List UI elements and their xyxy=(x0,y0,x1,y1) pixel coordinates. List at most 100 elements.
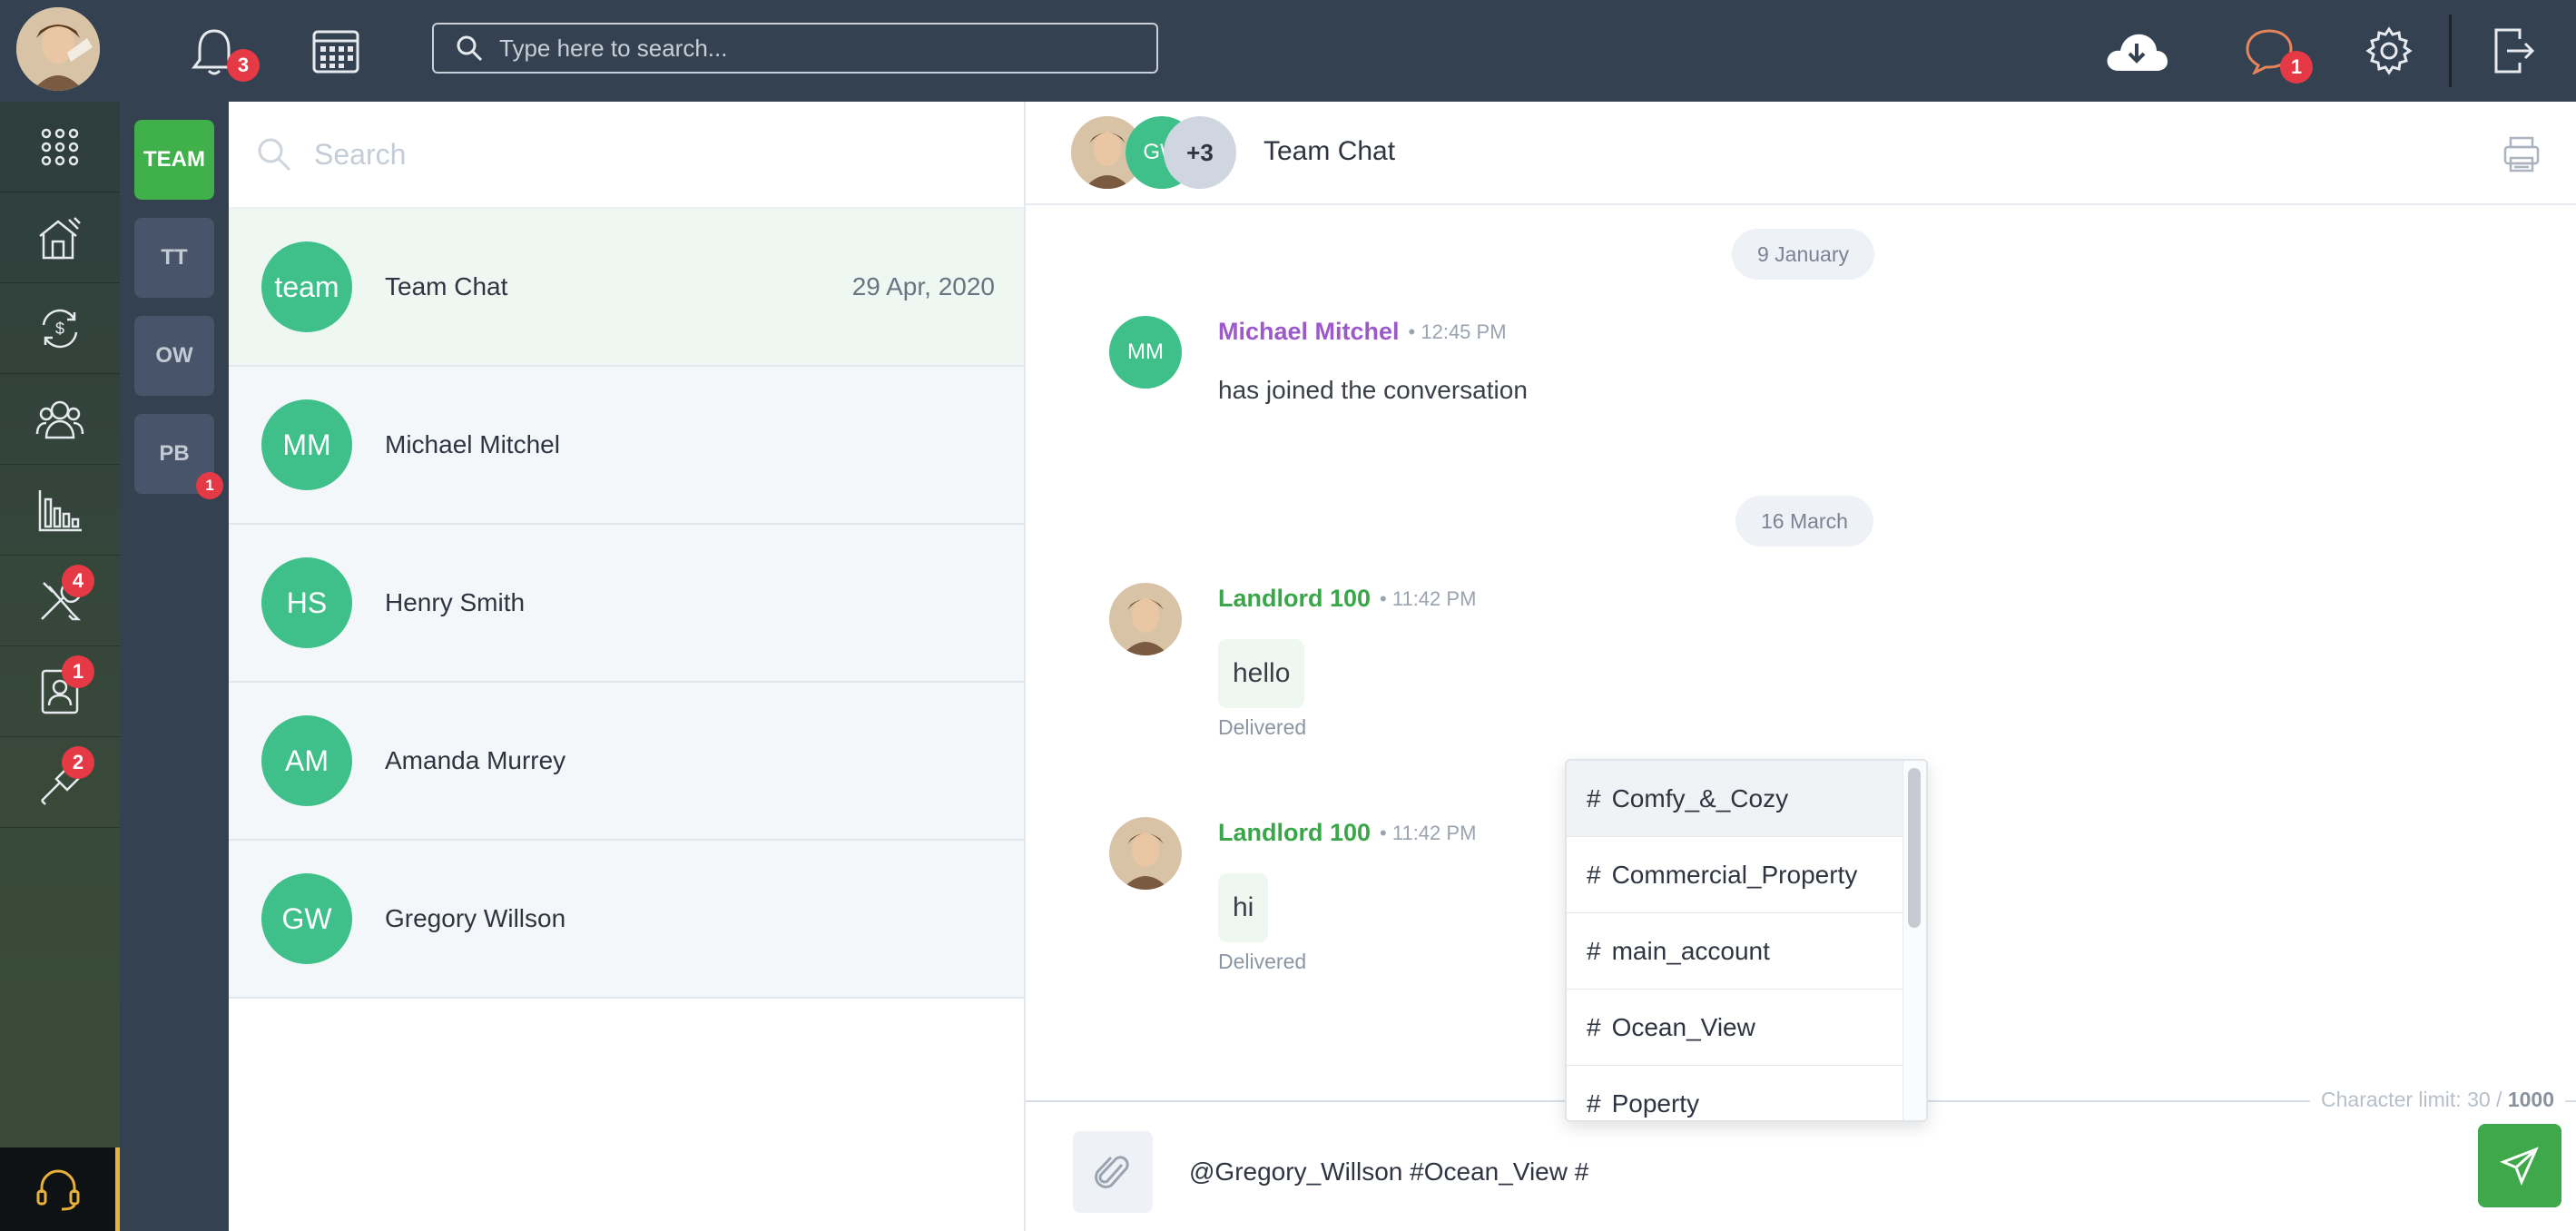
hashtag-scrollbar[interactable] xyxy=(1908,768,1921,928)
main-navigation: $ 4 1 2 xyxy=(0,102,120,1231)
notifications-button[interactable]: 3 xyxy=(182,18,260,84)
settings-button[interactable] xyxy=(2356,18,2422,84)
conversation-item-henry-smith[interactable]: HS Henry Smith xyxy=(229,525,1024,683)
top-bar: 3 1 xyxy=(0,0,2576,102)
paperclip-icon xyxy=(1095,1156,1129,1188)
nav-tenants[interactable]: 1 xyxy=(0,646,120,737)
chat-badge: 1 xyxy=(2280,51,2313,84)
workspace-tt[interactable]: TT xyxy=(134,218,214,298)
message-meta: Michael Mitchel • 12:45 PM xyxy=(1218,318,1507,346)
hashtag-autocomplete: # Comfy_&_Cozy # Commercial_Property # main… xyxy=(1565,759,1928,1122)
hashtag-option[interactable]: # Ocean_View xyxy=(1567,990,1904,1066)
search-icon xyxy=(457,35,483,62)
workspace-ow[interactable]: OW xyxy=(134,316,214,396)
message-bubble: hi xyxy=(1218,873,1269,942)
conversation-date: 29 Apr, 2020 xyxy=(851,272,995,300)
date-separator: 16 March xyxy=(1735,496,1873,547)
nav-contacts[interactable] xyxy=(0,374,120,465)
svg-text:$: $ xyxy=(55,320,64,338)
message-sender[interactable]: Michael Mitchel xyxy=(1218,318,1400,346)
support-button[interactable] xyxy=(0,1147,120,1231)
chat-button[interactable]: 1 xyxy=(2237,18,2313,84)
message-input[interactable] xyxy=(1189,1140,2369,1204)
message-avatar xyxy=(1109,583,1182,655)
conversation-avatar: HS xyxy=(261,557,352,648)
cloud-download-icon xyxy=(2107,34,2168,71)
workspace-pb[interactable]: PB 1 xyxy=(134,414,223,499)
date-separator: 9 January xyxy=(1732,229,1875,280)
conversation-item-amanda-murrey[interactable]: AM Amanda Murrey xyxy=(229,683,1024,841)
message-status: Delivered xyxy=(1218,950,1307,973)
hashtag-option[interactable]: # Comfy_&_Cozy xyxy=(1567,761,1904,837)
workspace-pb-badge: 1 xyxy=(196,472,223,499)
message-time: • 11:42 PM xyxy=(1380,586,1477,610)
conversation-name: Gregory Willson xyxy=(385,904,566,932)
conversation-name: Amanda Murrey xyxy=(385,746,566,774)
message-status: Delivered xyxy=(1218,715,1307,739)
conversation-name: Michael Mitchel xyxy=(385,430,560,458)
topbar-divider xyxy=(2449,15,2452,87)
conversation-name: Henry Smith xyxy=(385,588,526,616)
nav-apps[interactable] xyxy=(0,102,120,192)
conversation-avatar: team xyxy=(261,241,352,332)
message-text: has joined the conversation xyxy=(1218,376,1528,404)
message-sender[interactable]: Landlord 100 xyxy=(1218,585,1371,613)
message-meta: Landlord 100 • 11:42 PM xyxy=(1218,819,1476,847)
nav-finance[interactable]: $ xyxy=(0,283,120,374)
nav-tenants-badge: 1 xyxy=(62,655,94,688)
hashtag-option[interactable]: # main_account xyxy=(1567,913,1904,990)
workspace-team[interactable]: TEAM xyxy=(134,120,214,200)
hashtag-option[interactable]: # Commercial_Property xyxy=(1567,837,1904,913)
attach-button[interactable] xyxy=(1073,1131,1153,1213)
global-search[interactable] xyxy=(432,23,1158,74)
nav-reports[interactable] xyxy=(0,465,120,556)
message-avatar: MM xyxy=(1109,316,1182,389)
chat-title: Team Chat xyxy=(1263,136,1396,166)
conversation-search[interactable] xyxy=(229,102,1024,209)
contacts-icon xyxy=(35,400,84,438)
conversation-avatar: GW xyxy=(261,873,352,964)
nav-repairs-badge: 2 xyxy=(62,746,94,779)
search-icon xyxy=(258,138,291,172)
conversation-avatar: MM xyxy=(261,399,352,490)
properties-icon xyxy=(39,216,81,259)
conversation-search-input[interactable] xyxy=(314,137,1004,172)
logout-button[interactable] xyxy=(2482,18,2547,84)
message-sender[interactable]: Landlord 100 xyxy=(1218,819,1371,847)
message-time: • 11:42 PM xyxy=(1380,821,1477,844)
notifications-badge: 3 xyxy=(227,49,260,82)
conversation-item-michael-mitchel[interactable]: MM Michael Mitchel xyxy=(229,367,1024,525)
global-search-input[interactable] xyxy=(499,34,1135,63)
nav-repairs[interactable]: 2 xyxy=(0,737,120,828)
calendar-button[interactable] xyxy=(303,18,369,84)
apps-grid-icon xyxy=(41,128,79,165)
calendar-icon xyxy=(312,30,359,74)
logout-icon xyxy=(2494,28,2535,74)
message-avatar xyxy=(1109,817,1182,890)
gear-icon xyxy=(2365,26,2413,75)
participants-more[interactable]: +3 xyxy=(1164,116,1236,189)
send-button[interactable] xyxy=(2478,1124,2561,1207)
conversation-name: Team Chat xyxy=(385,272,508,300)
chat-header: GW +3 Team Chat xyxy=(1026,102,2576,205)
message-meta: Landlord 100 • 11:42 PM xyxy=(1218,585,1476,613)
nav-maintenance[interactable]: 4 xyxy=(0,556,120,646)
print-button[interactable] xyxy=(2502,134,2542,174)
conversation-item-team-chat[interactable]: team Team Chat 29 Apr, 2020 xyxy=(229,209,1024,367)
headset-icon xyxy=(36,1169,79,1211)
download-button[interactable] xyxy=(2104,18,2169,84)
nav-properties[interactable] xyxy=(0,192,120,283)
message-bubble: hello xyxy=(1218,639,1305,708)
reports-chart-icon xyxy=(38,489,82,531)
conversation-item-gregory-willson[interactable]: GW Gregory Willson xyxy=(229,841,1024,999)
hashtag-option[interactable]: # Poperty xyxy=(1567,1066,1904,1120)
finance-exchange-icon: $ xyxy=(42,309,78,348)
user-avatar[interactable] xyxy=(16,7,100,91)
message-time: • 12:45 PM xyxy=(1408,320,1507,343)
conversation-list: team Team Chat 29 Apr, 2020 MM Michael M… xyxy=(229,102,1026,1231)
conversation-avatar: AM xyxy=(261,715,352,806)
send-icon xyxy=(2500,1147,2539,1186)
printer-icon xyxy=(2503,136,2540,172)
workspace-switcher: TEAM TT OW PB 1 xyxy=(120,102,229,1231)
nav-maintenance-badge: 4 xyxy=(62,565,94,597)
